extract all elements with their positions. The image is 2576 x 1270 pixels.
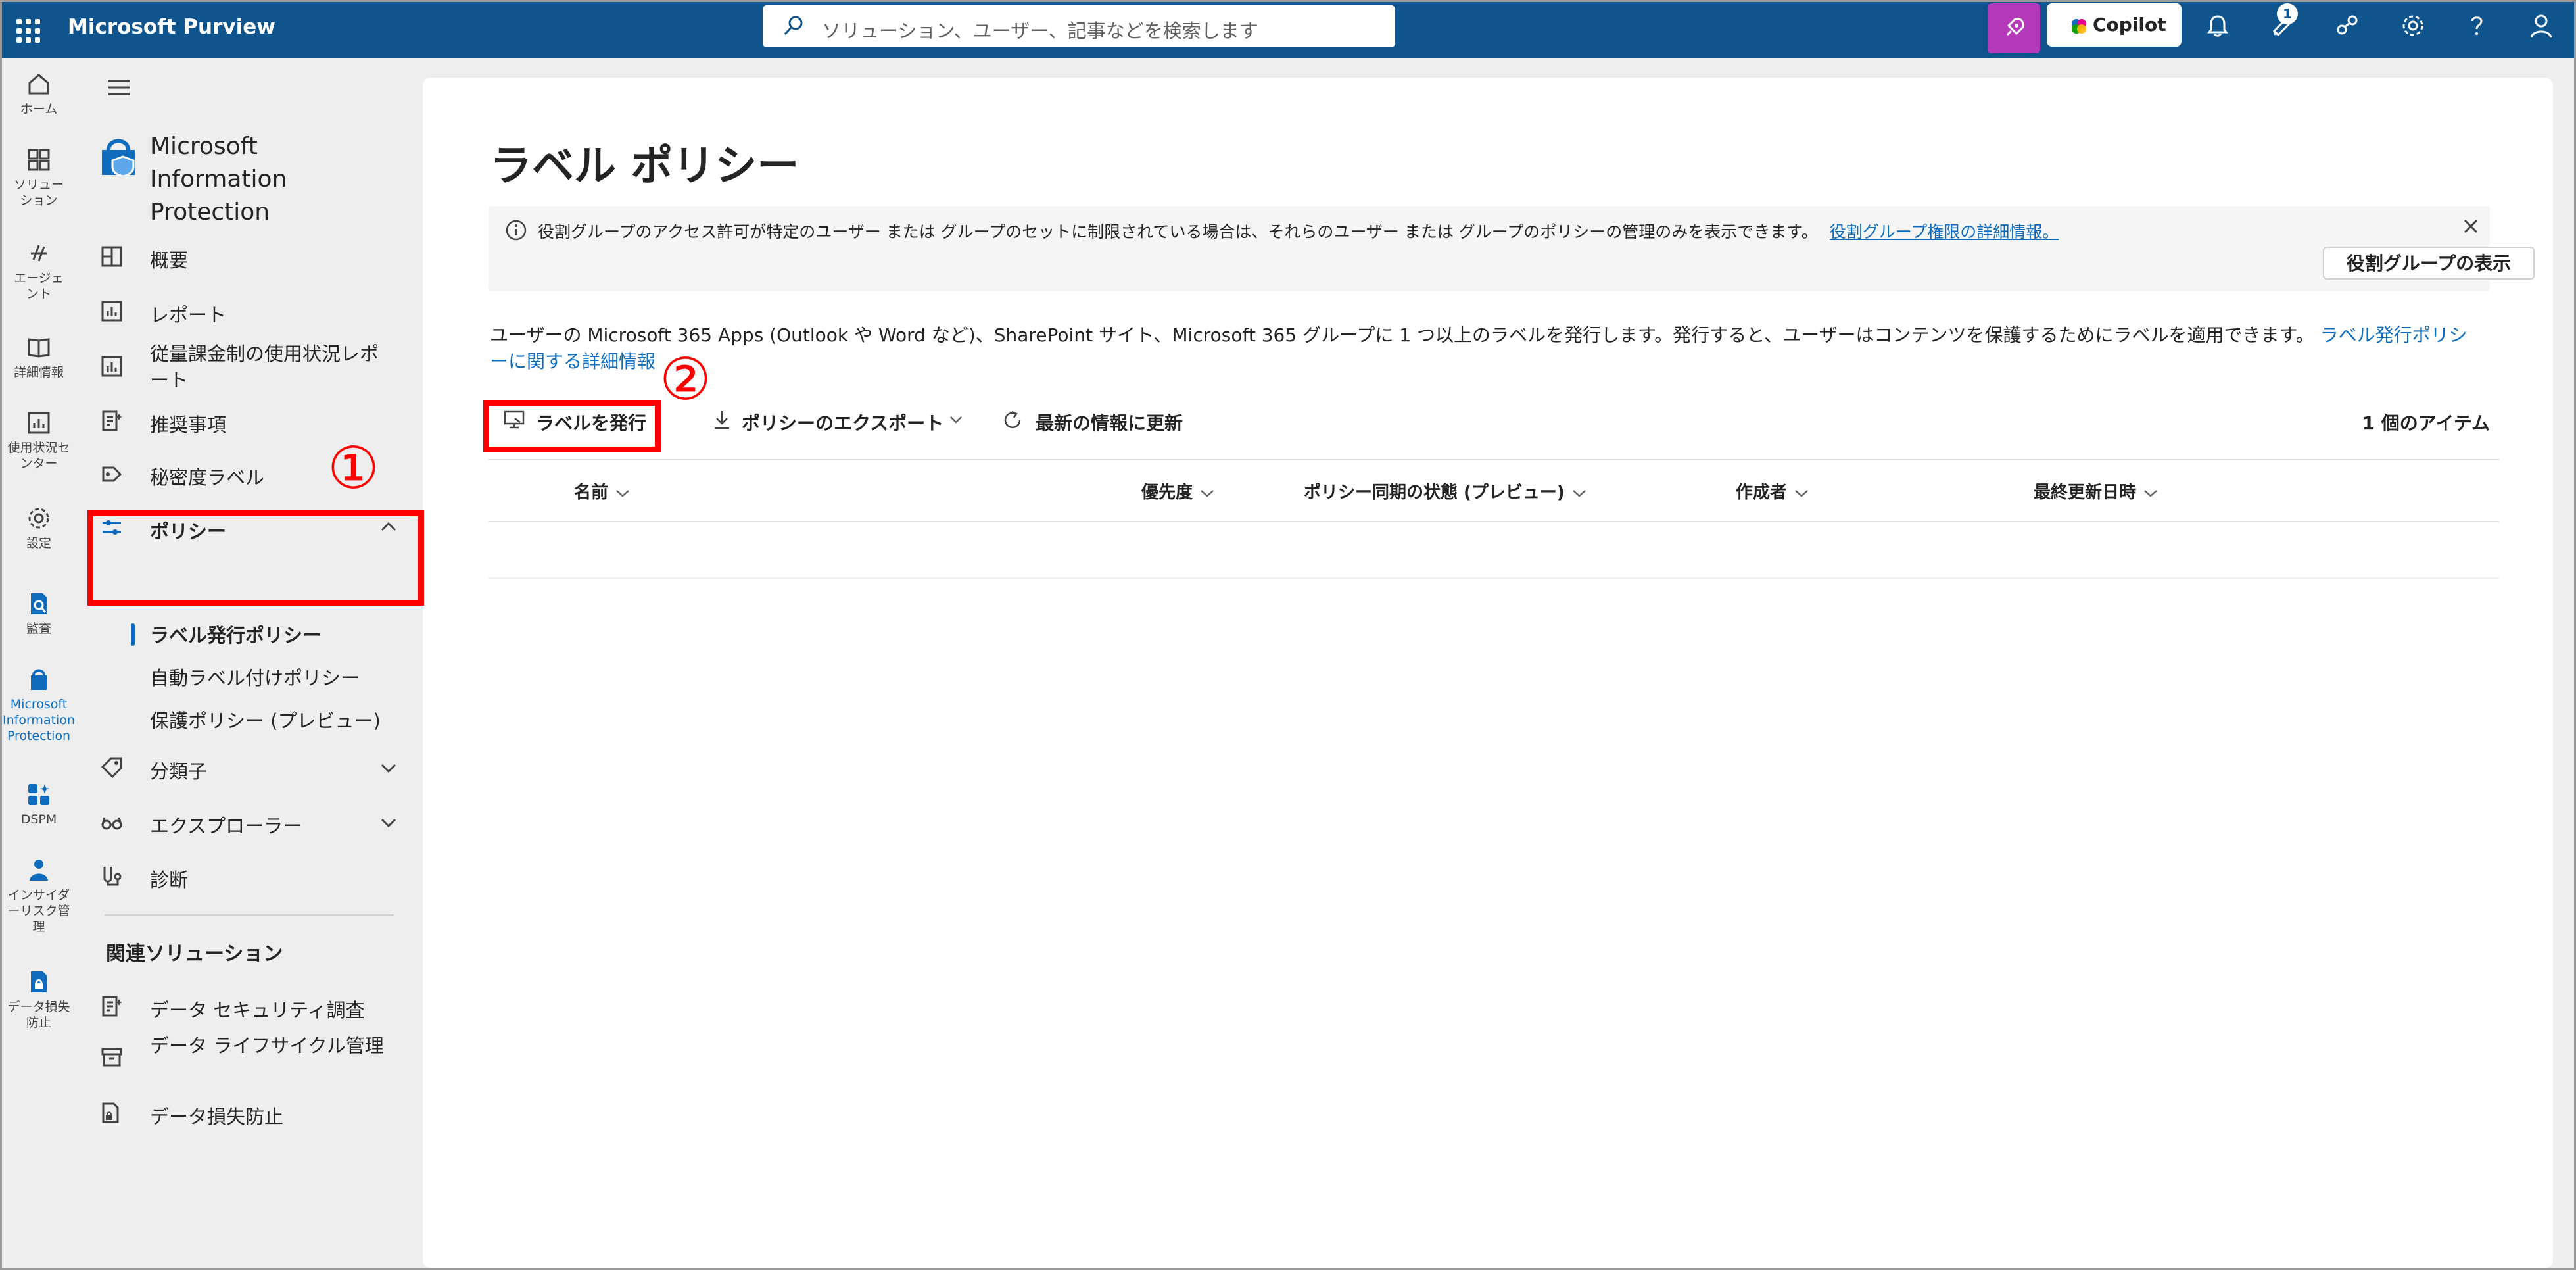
nav-label-publishing-policies[interactable]: ラベル発行ポリシー <box>150 620 322 648</box>
archive-icon <box>101 1048 122 1067</box>
download-icon <box>715 411 729 429</box>
step-2-marker: ② <box>659 345 711 413</box>
table-row <box>489 577 2499 579</box>
rail-agents[interactable]: エージェント <box>2 240 76 302</box>
rail-home[interactable]: ホーム <box>2 71 76 117</box>
role-group-permissions-link[interactable]: 役割グループ権限の詳細情報。 <box>1830 222 2059 241</box>
main-content: ラベル ポリシー 役割グループのアクセス許可が特定のユーザー または グループの… <box>423 78 2553 1268</box>
connections-icon[interactable] <box>2333 11 2362 40</box>
view-role-groups-button[interactable]: 役割グループの表示 <box>2323 247 2535 280</box>
home-icon <box>28 74 49 95</box>
search-box[interactable]: ソリューション、ユーザー、記事などを検索します <box>763 5 1395 47</box>
tag-icon <box>101 757 122 779</box>
chevron-down-icon <box>1201 489 1214 497</box>
rail-audit[interactable]: 監査 <box>2 591 76 637</box>
book-icon <box>28 338 50 358</box>
rocket-button[interactable] <box>1988 3 2040 53</box>
refresh-icon <box>1004 410 1021 429</box>
chevron-down-icon <box>1572 489 1586 497</box>
diagnostics-icon <box>103 867 122 886</box>
chevron-down-icon <box>1795 489 1808 497</box>
app-launcher-icon[interactable] <box>12 15 41 44</box>
nav-divider <box>105 914 394 916</box>
rail-settings[interactable]: 設定 <box>2 505 76 551</box>
app-brand[interactable]: Microsoft Purview <box>68 15 275 39</box>
solution-title: Microsoft Information Protection <box>150 133 287 226</box>
copilot-label: Copilot <box>2093 14 2166 36</box>
chevron-down-icon <box>950 416 962 424</box>
investigation-icon <box>102 996 122 1017</box>
page-title: ラベル ポリシー <box>490 142 799 191</box>
column-name[interactable]: 名前 <box>574 479 631 503</box>
nav-auto-labeling-policies[interactable]: 自動ラベル付けポリシー <box>150 663 360 691</box>
chevron-down-icon <box>2144 489 2157 497</box>
rail-usage-center[interactable]: 使用状況センター <box>2 410 76 472</box>
info-icon <box>506 220 527 241</box>
sensitivity-label-icon <box>102 466 122 482</box>
banner-message: 役割グループのアクセス許可が特定のユーザー または グループのセットに制限されて… <box>538 222 2059 241</box>
mip-logo-icon <box>102 139 135 176</box>
table-header: 名前 優先度 ポリシー同期の状態 (プレビュー) 作成者 最終更新日時 <box>489 459 2499 522</box>
hamburger-menu-icon[interactable] <box>107 78 132 97</box>
chevron-down-icon <box>381 764 396 773</box>
chevron-down-icon <box>381 818 396 828</box>
recommendations-icon <box>102 410 122 431</box>
selected-indicator <box>131 623 135 646</box>
bell-icon[interactable] <box>2203 11 2232 40</box>
solutions-icon <box>28 149 50 171</box>
glasses-icon <box>101 817 122 830</box>
rail-dlp[interactable]: データ損失防止 <box>2 969 76 1031</box>
highlight-box-publish <box>483 400 661 452</box>
column-last-modified[interactable]: 最終更新日時 <box>2034 479 2159 503</box>
close-icon[interactable] <box>2462 218 2479 235</box>
top-bar: Microsoft Purview ソリューション、ユーザー、記事などを検索しま… <box>2 2 2574 58</box>
dlp-icon <box>31 971 47 992</box>
rail-solutions[interactable]: ソリューション <box>2 147 76 208</box>
step-1-marker: ① <box>327 434 379 502</box>
rocket-icon <box>2006 18 2024 36</box>
report-chart-icon <box>101 301 122 322</box>
export-policies-button[interactable]: ポリシーのエクスポート <box>712 400 975 439</box>
rail-learn[interactable]: 詳細情報 <box>2 334 76 380</box>
related-solutions-heading: 関連ソリューション <box>106 942 283 965</box>
chevron-down-icon <box>616 489 629 497</box>
search-icon <box>784 16 803 36</box>
column-priority[interactable]: 優先度 <box>1141 479 1215 503</box>
dspm-icon <box>28 784 50 805</box>
app-window: Microsoft Purview ソリューション、ユーザー、記事などを検索しま… <box>0 0 2576 1270</box>
copilot-button[interactable]: Copilot <box>2047 3 2182 47</box>
info-banner: 役割グループのアクセス許可が特定のユーザー または グループのセットに制限されて… <box>489 206 2535 291</box>
rail-mip[interactable]: Microsoft Information Protection <box>2 666 76 744</box>
rail-insider-risk[interactable]: インサイダーリスク管理 <box>2 857 76 935</box>
audit-icon <box>31 593 47 614</box>
item-count: 1 個のアイテム <box>2362 412 2490 434</box>
insider-risk-icon <box>30 860 48 881</box>
navigation-pane: Microsoft Information Protection 概要 レポート… <box>81 58 423 1268</box>
column-created-by[interactable]: 作成者 <box>1736 479 1809 503</box>
settings-gear-icon[interactable] <box>2398 11 2427 40</box>
notification-badge: 1 <box>2277 3 2298 24</box>
app-rail: ホーム ソリューション エージェント 詳細情報 使用状況センター 設定 監査 M… <box>2 58 81 1268</box>
agents-icon <box>31 245 47 262</box>
chart-icon <box>28 412 50 434</box>
gear-icon <box>28 508 49 529</box>
account-icon[interactable] <box>2527 11 2556 40</box>
mip-shield-icon <box>31 669 47 690</box>
command-bar: ラベルを発行 ポリシーのエクスポート 最新の情報に更新 1 個のアイテム <box>489 400 2490 439</box>
highlight-box-policies <box>87 510 424 606</box>
overview-icon <box>101 246 122 267</box>
nav-protection-policies[interactable]: 保護ポリシー (プレビュー) <box>150 706 381 733</box>
column-sync-status[interactable]: ポリシー同期の状態 (プレビュー) <box>1304 479 1587 503</box>
refresh-button[interactable]: 最新の情報に更新 <box>1001 400 1212 439</box>
copilot-icon <box>2072 19 2086 34</box>
help-icon[interactable] <box>2462 11 2491 40</box>
page-description: ユーザーの Microsoft 365 Apps (Outlook や Word… <box>490 324 2468 372</box>
search-input[interactable]: ソリューション、ユーザー、記事などを検索します <box>822 16 1258 43</box>
usage-chart-icon <box>101 356 122 377</box>
rail-dspm[interactable]: DSPM <box>2 781 76 827</box>
dlp-lock-icon <box>102 1102 119 1123</box>
